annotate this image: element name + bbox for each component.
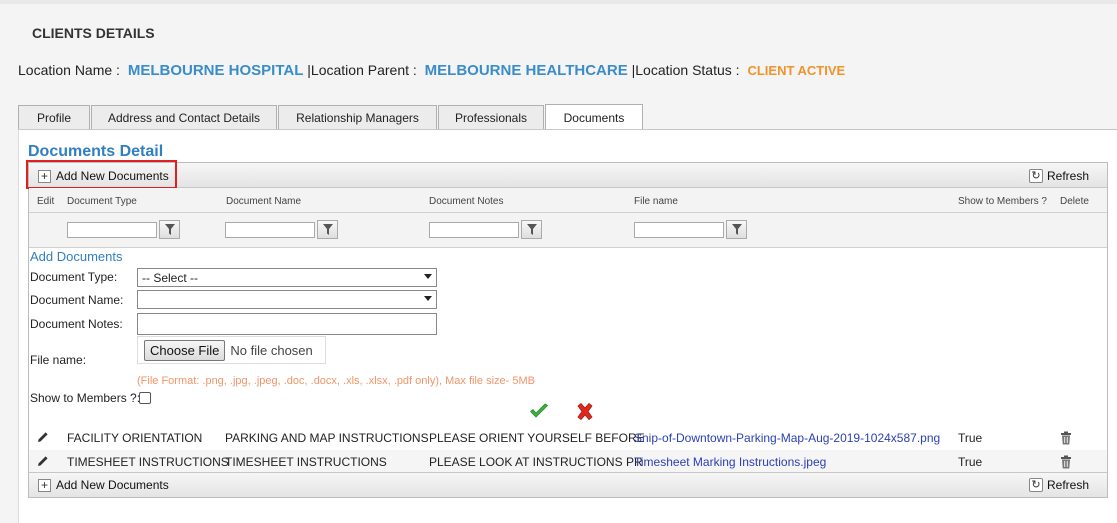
add-new-documents-label: Add New Documents — [56, 478, 169, 492]
cancel-x-icon[interactable] — [576, 402, 594, 423]
refresh-button-bottom[interactable]: ↻ Refresh — [1029, 475, 1089, 495]
column-header-delete: Delete — [1060, 196, 1089, 207]
filter-document-type-input[interactable] — [67, 221, 157, 238]
document-notes-input[interactable] — [137, 313, 437, 335]
file-format-hint: (File Format: .png, .jpg, .jpeg, .doc, .… — [137, 375, 535, 387]
column-header-document-name[interactable]: Document Name — [226, 196, 301, 207]
add-new-documents-button-bottom[interactable]: + Add New Documents — [38, 475, 169, 495]
location-line: Location Name : MELBOURNE HOSPITAL |Loca… — [18, 62, 845, 79]
cell-document-notes: PLEASE LOOK AT INSTRUCTIONS PR — [429, 455, 643, 469]
page-title: CLIENTS DETAILS — [32, 25, 155, 41]
filter-file-name-input[interactable] — [634, 221, 724, 238]
filter-icon[interactable] — [521, 220, 542, 239]
tab-address-contact[interactable]: Address and Contact Details — [91, 105, 277, 129]
filter-icon[interactable] — [726, 220, 747, 239]
refresh-icon: ↻ — [1029, 169, 1043, 183]
cell-file-link[interactable]: Timesheet Marking Instructions.jpeg — [634, 455, 826, 469]
column-header-document-notes[interactable]: Document Notes — [429, 196, 503, 207]
show-to-members-checkbox[interactable] — [139, 392, 151, 404]
plus-icon: + — [38, 478, 51, 492]
filter-icon[interactable] — [317, 220, 338, 239]
add-documents-title: Add Documents — [30, 249, 123, 264]
chevron-down-icon — [424, 274, 432, 279]
location-name-label: Location Name : — [18, 62, 120, 78]
location-parent-label: |Location Parent : — [307, 62, 417, 78]
refresh-button[interactable]: ↻ Refresh — [1029, 166, 1089, 186]
documents-panel: Documents Detail + Add New Documents ↻ R… — [18, 129, 1117, 523]
tab-professionals[interactable]: Professionals — [438, 105, 544, 129]
column-header-show-to-members[interactable]: Show to Members ? — [958, 196, 1047, 207]
document-notes-label: Document Notes: — [30, 317, 123, 331]
refresh-label: Refresh — [1047, 478, 1090, 492]
filter-file-name — [634, 220, 747, 239]
document-name-select[interactable] — [137, 290, 437, 309]
trash-icon[interactable] — [1060, 431, 1072, 448]
table-row: FACILITY ORIENTATION PARKING AND MAP INS… — [29, 426, 1107, 450]
cell-document-type: TIMESHEET INSTRUCTIONS — [67, 455, 229, 469]
document-type-select[interactable]: -- Select -- — [137, 268, 437, 287]
trash-icon[interactable] — [1060, 455, 1072, 472]
location-status-label: |Location Status : — [631, 62, 740, 78]
add-documents-form: Add Documents Document Type: -- Select -… — [29, 248, 1107, 423]
documents-detail-title: Documents Detail — [28, 143, 164, 160]
table-row: TIMESHEET INSTRUCTIONS TIMESHEET INSTRUC… — [29, 450, 1107, 474]
cell-show-to-members: True — [958, 455, 983, 469]
file-upload: Choose File No file chosen — [137, 336, 326, 364]
documents-grid: + Add New Documents ↻ Refresh Edit Docum… — [26, 160, 1108, 498]
cell-document-type: FACILITY ORIENTATION — [67, 431, 203, 445]
location-status-value: CLIENT ACTIVE — [747, 63, 846, 78]
filter-row — [29, 213, 1107, 248]
location-name-value: MELBOURNE HOSPITAL — [127, 62, 304, 79]
refresh-icon: ↻ — [1029, 478, 1043, 492]
cell-document-name: TIMESHEET INSTRUCTIONS — [225, 455, 387, 469]
filter-document-type — [67, 220, 180, 239]
grid-top-toolbar: + Add New Documents ↻ Refresh — [26, 160, 1107, 189]
choose-file-button[interactable]: Choose File — [144, 339, 226, 361]
no-file-chosen-text: No file chosen — [230, 342, 313, 358]
refresh-label: Refresh — [1047, 169, 1090, 183]
add-button-highlight — [26, 160, 177, 189]
filter-document-name-input[interactable] — [225, 221, 315, 238]
tab-bar: Profile Address and Contact Details Rela… — [18, 104, 644, 130]
column-header-document-type[interactable]: Document Type — [67, 196, 137, 207]
grid-header: Edit Document Type Document Name Documen… — [29, 188, 1107, 213]
filter-document-name — [225, 220, 338, 239]
filter-icon[interactable] — [159, 220, 180, 239]
column-header-file-name[interactable]: File name — [634, 196, 678, 207]
tab-profile[interactable]: Profile — [18, 105, 90, 129]
pencil-icon[interactable] — [37, 431, 49, 446]
pencil-icon[interactable] — [37, 455, 49, 470]
tab-documents[interactable]: Documents — [545, 104, 643, 130]
cell-show-to-members: True — [958, 431, 983, 445]
top-border — [0, 0, 1117, 4]
show-to-members-label: Show to Members ?: — [30, 391, 141, 405]
cell-document-name: PARKING AND MAP INSTRUCTIONS — [225, 431, 429, 445]
save-check-icon[interactable] — [529, 403, 549, 422]
cell-file-link[interactable]: Snip-of-Downtown-Parking-Map-Aug-2019-10… — [634, 431, 940, 445]
grid-bottom-toolbar: + Add New Documents ↻ Refresh — [29, 472, 1107, 497]
cell-document-notes: PLEASE ORIENT YOURSELF BEFORE — [429, 431, 645, 445]
column-header-edit: Edit — [37, 196, 55, 207]
file-name-label: File name: — [30, 353, 87, 367]
document-type-label: Document Type: — [30, 270, 118, 284]
chevron-down-icon — [424, 296, 432, 301]
document-name-label: Document Name: — [30, 293, 124, 307]
tab-relationship-managers[interactable]: Relationship Managers — [278, 105, 437, 129]
document-type-selected: -- Select -- — [142, 270, 199, 285]
filter-document-notes-input[interactable] — [429, 221, 519, 238]
filter-document-notes — [429, 220, 542, 239]
location-parent-value: MELBOURNE HEALTHCARE — [424, 62, 628, 79]
